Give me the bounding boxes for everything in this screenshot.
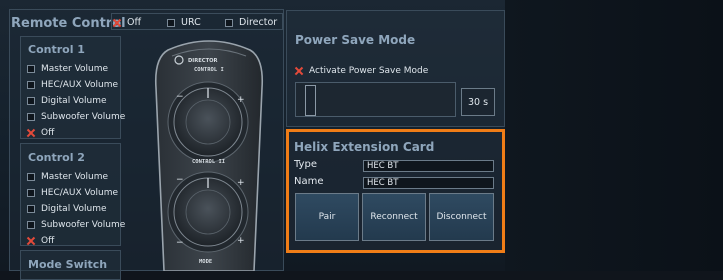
control-2-option-hec-aux-volume[interactable]: HEC/AUX Volume xyxy=(27,185,120,201)
remote-mode-urc[interactable]: URC xyxy=(167,17,225,28)
checkbox-icon[interactable] xyxy=(27,65,35,73)
checkbox-icon[interactable] xyxy=(27,81,35,89)
control-1-group: Control 1 Master Volume HEC/AUX Volume D… xyxy=(20,36,125,141)
pair-button[interactable]: Pair xyxy=(295,193,359,241)
control-2-knob-icon xyxy=(173,177,243,247)
control-1-option-digital-volume[interactable]: Digital Volume xyxy=(27,93,120,109)
control-2-option-digital-volume[interactable]: Digital Volume xyxy=(27,201,120,217)
remote-plus-icon: + xyxy=(237,178,245,188)
checkbox-checked-icon[interactable] xyxy=(27,237,35,245)
control-1-title: Control 1 xyxy=(28,43,85,56)
remote-plus-icon: + xyxy=(237,95,245,105)
power-save-activate[interactable]: Activate Power Save Mode xyxy=(295,66,428,76)
mode-switch-title: Mode Switch xyxy=(28,258,108,271)
remote-minus-icon: − xyxy=(176,238,184,248)
checkbox-icon[interactable] xyxy=(27,97,35,105)
remote-mode-text: MODE xyxy=(199,259,212,265)
option-label: Digital Volume xyxy=(41,204,107,214)
remote-mode-options: Off URC Director xyxy=(113,17,285,28)
option-label: Master Volume xyxy=(41,172,109,182)
remote-control-2-text: CONTROL II xyxy=(192,159,225,165)
control-1-option-hec-aux-volume[interactable]: HEC/AUX Volume xyxy=(27,77,120,93)
helix-card-title: Helix Extension Card xyxy=(294,140,435,154)
option-label: HEC/AUX Volume xyxy=(41,188,119,198)
option-label: Off xyxy=(41,128,55,138)
remote-brand-text: DIRECTOR xyxy=(188,58,218,64)
checkbox-icon[interactable] xyxy=(27,113,35,121)
remote-mode-off[interactable]: Off xyxy=(113,17,167,28)
checkbox-checked-icon[interactable] xyxy=(113,19,121,27)
control-1-option-subwoofer-volume[interactable]: Subwoofer Volume xyxy=(27,109,125,125)
power-save-slider[interactable] xyxy=(295,82,456,117)
control-2-title: Control 2 xyxy=(28,151,85,164)
helix-name-field[interactable]: HEC BT xyxy=(363,177,494,189)
control-2-option-master-volume[interactable]: Master Volume xyxy=(27,169,120,185)
control-1-knob-icon xyxy=(173,87,243,157)
reconnect-button[interactable]: Reconnect xyxy=(362,193,426,241)
option-label: Subwoofer Volume xyxy=(41,112,126,122)
checkbox-icon[interactable] xyxy=(27,189,35,197)
helix-name-label: Name xyxy=(294,176,324,187)
checkbox-icon[interactable] xyxy=(167,18,175,27)
mode-switch-group: Mode Switch xyxy=(20,250,121,280)
power-save-value: 30 s xyxy=(461,88,495,116)
checkbox-checked-icon[interactable] xyxy=(295,67,303,75)
power-save-title: Power Save Mode xyxy=(295,33,416,47)
remote-control-title: Remote Control xyxy=(11,16,126,31)
option-label: Digital Volume xyxy=(41,96,107,106)
checkbox-checked-icon[interactable] xyxy=(27,129,35,137)
checkbox-icon[interactable] xyxy=(27,221,35,229)
remote-control-graphic: DIRECTOR CONTROL I − + CONTROL II − + − … xyxy=(154,40,264,271)
app-background-right xyxy=(505,0,723,271)
control-1-option-master-volume[interactable]: Master Volume xyxy=(27,61,120,77)
slider-handle[interactable] xyxy=(305,85,317,116)
checkbox-icon[interactable] xyxy=(27,173,35,181)
remote-plus-icon: + xyxy=(237,236,245,246)
option-label: HEC/AUX Volume xyxy=(41,80,119,90)
power-save-activate-label: Activate Power Save Mode xyxy=(309,66,429,76)
remote-minus-icon: − xyxy=(176,92,184,102)
disconnect-button[interactable]: Disconnect xyxy=(429,193,494,241)
control-1-option-off[interactable]: Off xyxy=(27,125,120,141)
remote-control-1-text: CONTROL I xyxy=(194,67,224,73)
remote-mode-off-label: Off xyxy=(127,17,142,28)
option-label: Off xyxy=(41,236,55,246)
option-label: Subwoofer Volume xyxy=(41,220,126,230)
checkbox-icon[interactable] xyxy=(27,205,35,213)
control-2-group: Control 2 Master Volume HEC/AUX Volume D… xyxy=(20,143,125,249)
control-2-option-subwoofer-volume[interactable]: Subwoofer Volume xyxy=(27,217,125,233)
control-2-option-off[interactable]: Off xyxy=(27,233,120,249)
checkbox-icon[interactable] xyxy=(225,18,233,27)
option-label: Master Volume xyxy=(41,64,109,74)
helix-type-field[interactable]: HEC BT xyxy=(363,160,494,172)
remote-mode-director[interactable]: Director xyxy=(225,17,285,28)
remote-mode-urc-label: URC xyxy=(181,17,201,28)
remote-mode-director-label: Director xyxy=(239,17,278,28)
helix-type-label: Type xyxy=(294,159,317,170)
remote-minus-icon: − xyxy=(176,175,184,185)
